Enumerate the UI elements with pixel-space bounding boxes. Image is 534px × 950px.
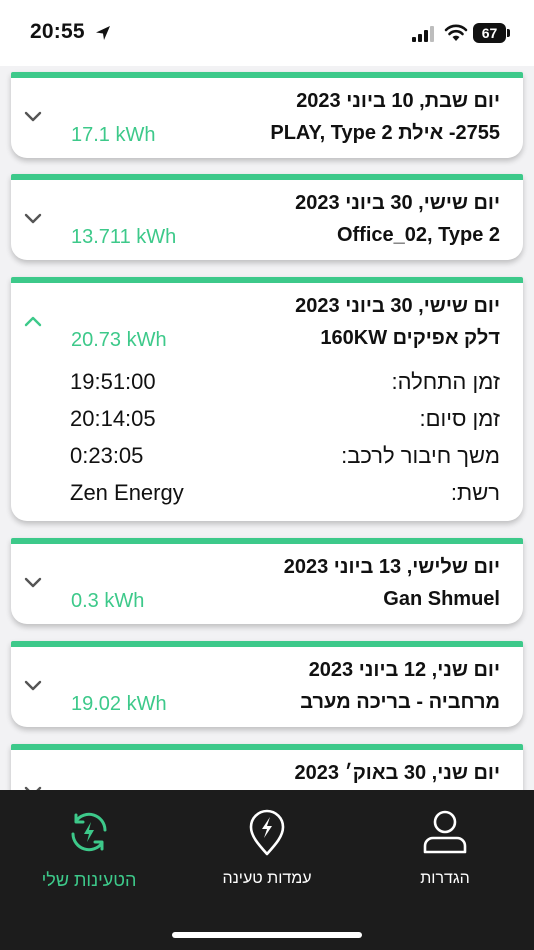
- session-date: יום שלישי, 13 ביוני 2023: [283, 556, 500, 578]
- detail-label: משך חיבור לרכב:: [341, 443, 500, 468]
- tab-label: הגדרות: [420, 870, 470, 887]
- session-location: 2755- אילת PLAY, Type 2: [270, 122, 500, 144]
- home-indicator[interactable]: [172, 932, 362, 938]
- bottom-tab-bar: הטעינות שלי עמדות טעינה הגדרות: [0, 790, 534, 950]
- session-date: יום שישי, 30 ביוני 2023: [295, 192, 500, 214]
- user-profile-icon: [423, 810, 467, 854]
- charging-session-card[interactable]: יום שבת, 10 ביוני 2023 2755- אילת PLAY, …: [11, 72, 523, 158]
- session-date: יום שני, 30 באוק׳ 2023: [294, 762, 500, 784]
- cellular-signal-icon: [412, 26, 434, 42]
- tab-charging-stations[interactable]: עמדות טעינה: [178, 790, 356, 910]
- detail-value: Zen Energy: [70, 480, 184, 505]
- detail-value: 0:23:05: [70, 443, 144, 468]
- charging-session-card[interactable]: יום שלישי, 13 ביוני 2023 Gan Shmuel 0.3 …: [11, 538, 523, 624]
- detail-network: רשת: Zen Energy: [70, 480, 500, 508]
- detail-label: זמן התחלה:: [391, 369, 500, 394]
- chevron-down-icon[interactable]: [24, 577, 42, 589]
- charging-session-card[interactable]: יום שני, 12 ביוני 2023 מרחביה - בריכה מע…: [11, 641, 523, 727]
- charging-session-card[interactable]: יום שישי, 30 ביוני 2023 Office_02, Type …: [11, 174, 523, 260]
- detail-label: זמן סיום:: [419, 406, 500, 431]
- session-location: דלק אפיקים 160KW: [320, 327, 500, 349]
- session-date: יום שני, 12 ביוני 2023: [308, 659, 500, 681]
- chevron-down-icon[interactable]: [24, 111, 42, 123]
- session-date: יום שישי, 30 ביוני 2023: [295, 295, 500, 317]
- tab-my-charges[interactable]: הטעינות שלי: [0, 790, 178, 910]
- session-location: Gan Shmuel: [383, 588, 500, 610]
- status-time: 20:55: [30, 20, 85, 43]
- wifi-icon: [444, 24, 468, 41]
- session-location: מרחביה - בריכה מערב: [300, 691, 500, 713]
- charging-sessions-list[interactable]: יום שבת, 10 ביוני 2023 2755- אילת PLAY, …: [0, 66, 534, 790]
- detail-label: רשת:: [450, 480, 500, 505]
- battery-indicator: 67: [473, 23, 506, 43]
- session-energy: 20.73 kWh: [71, 329, 167, 351]
- status-bar: 20:55 67: [0, 0, 534, 66]
- detail-connection-duration: משך חיבור לרכב: 0:23:05: [70, 443, 500, 471]
- charging-session-card-expanded[interactable]: יום שישי, 30 ביוני 2023 דלק אפיקים 160KW…: [11, 277, 523, 521]
- tab-label: הטעינות שלי: [41, 870, 137, 890]
- tab-settings[interactable]: הגדרות: [356, 790, 534, 910]
- chevron-up-icon[interactable]: [24, 315, 42, 327]
- session-energy: 0.3 kWh: [71, 590, 145, 612]
- battery-cap: [507, 29, 510, 37]
- session-location: Office_02, Type 2: [336, 224, 500, 246]
- chevron-down-icon[interactable]: [24, 213, 42, 225]
- charging-station-pin-icon: [249, 809, 285, 856]
- session-date: יום שבת, 10 ביוני 2023: [296, 90, 500, 112]
- session-energy: 13.711 kWh: [71, 226, 177, 248]
- charging-session-card[interactable]: יום שני, 30 באוק׳ 2023: [11, 744, 523, 790]
- session-energy: 17.1 kWh: [71, 124, 156, 146]
- session-energy: 19.02 kWh: [71, 693, 167, 715]
- detail-value: 20:14:05: [70, 406, 156, 431]
- charging-history-icon: [71, 812, 107, 852]
- location-arrow-icon: [96, 26, 110, 40]
- detail-start-time: זמן התחלה: 19:51:00: [70, 369, 500, 397]
- detail-value: 19:51:00: [70, 369, 156, 394]
- tab-label: עמדות טעינה: [222, 870, 312, 887]
- chevron-down-icon[interactable]: [24, 680, 42, 692]
- detail-end-time: זמן סיום: 20:14:05: [70, 406, 500, 434]
